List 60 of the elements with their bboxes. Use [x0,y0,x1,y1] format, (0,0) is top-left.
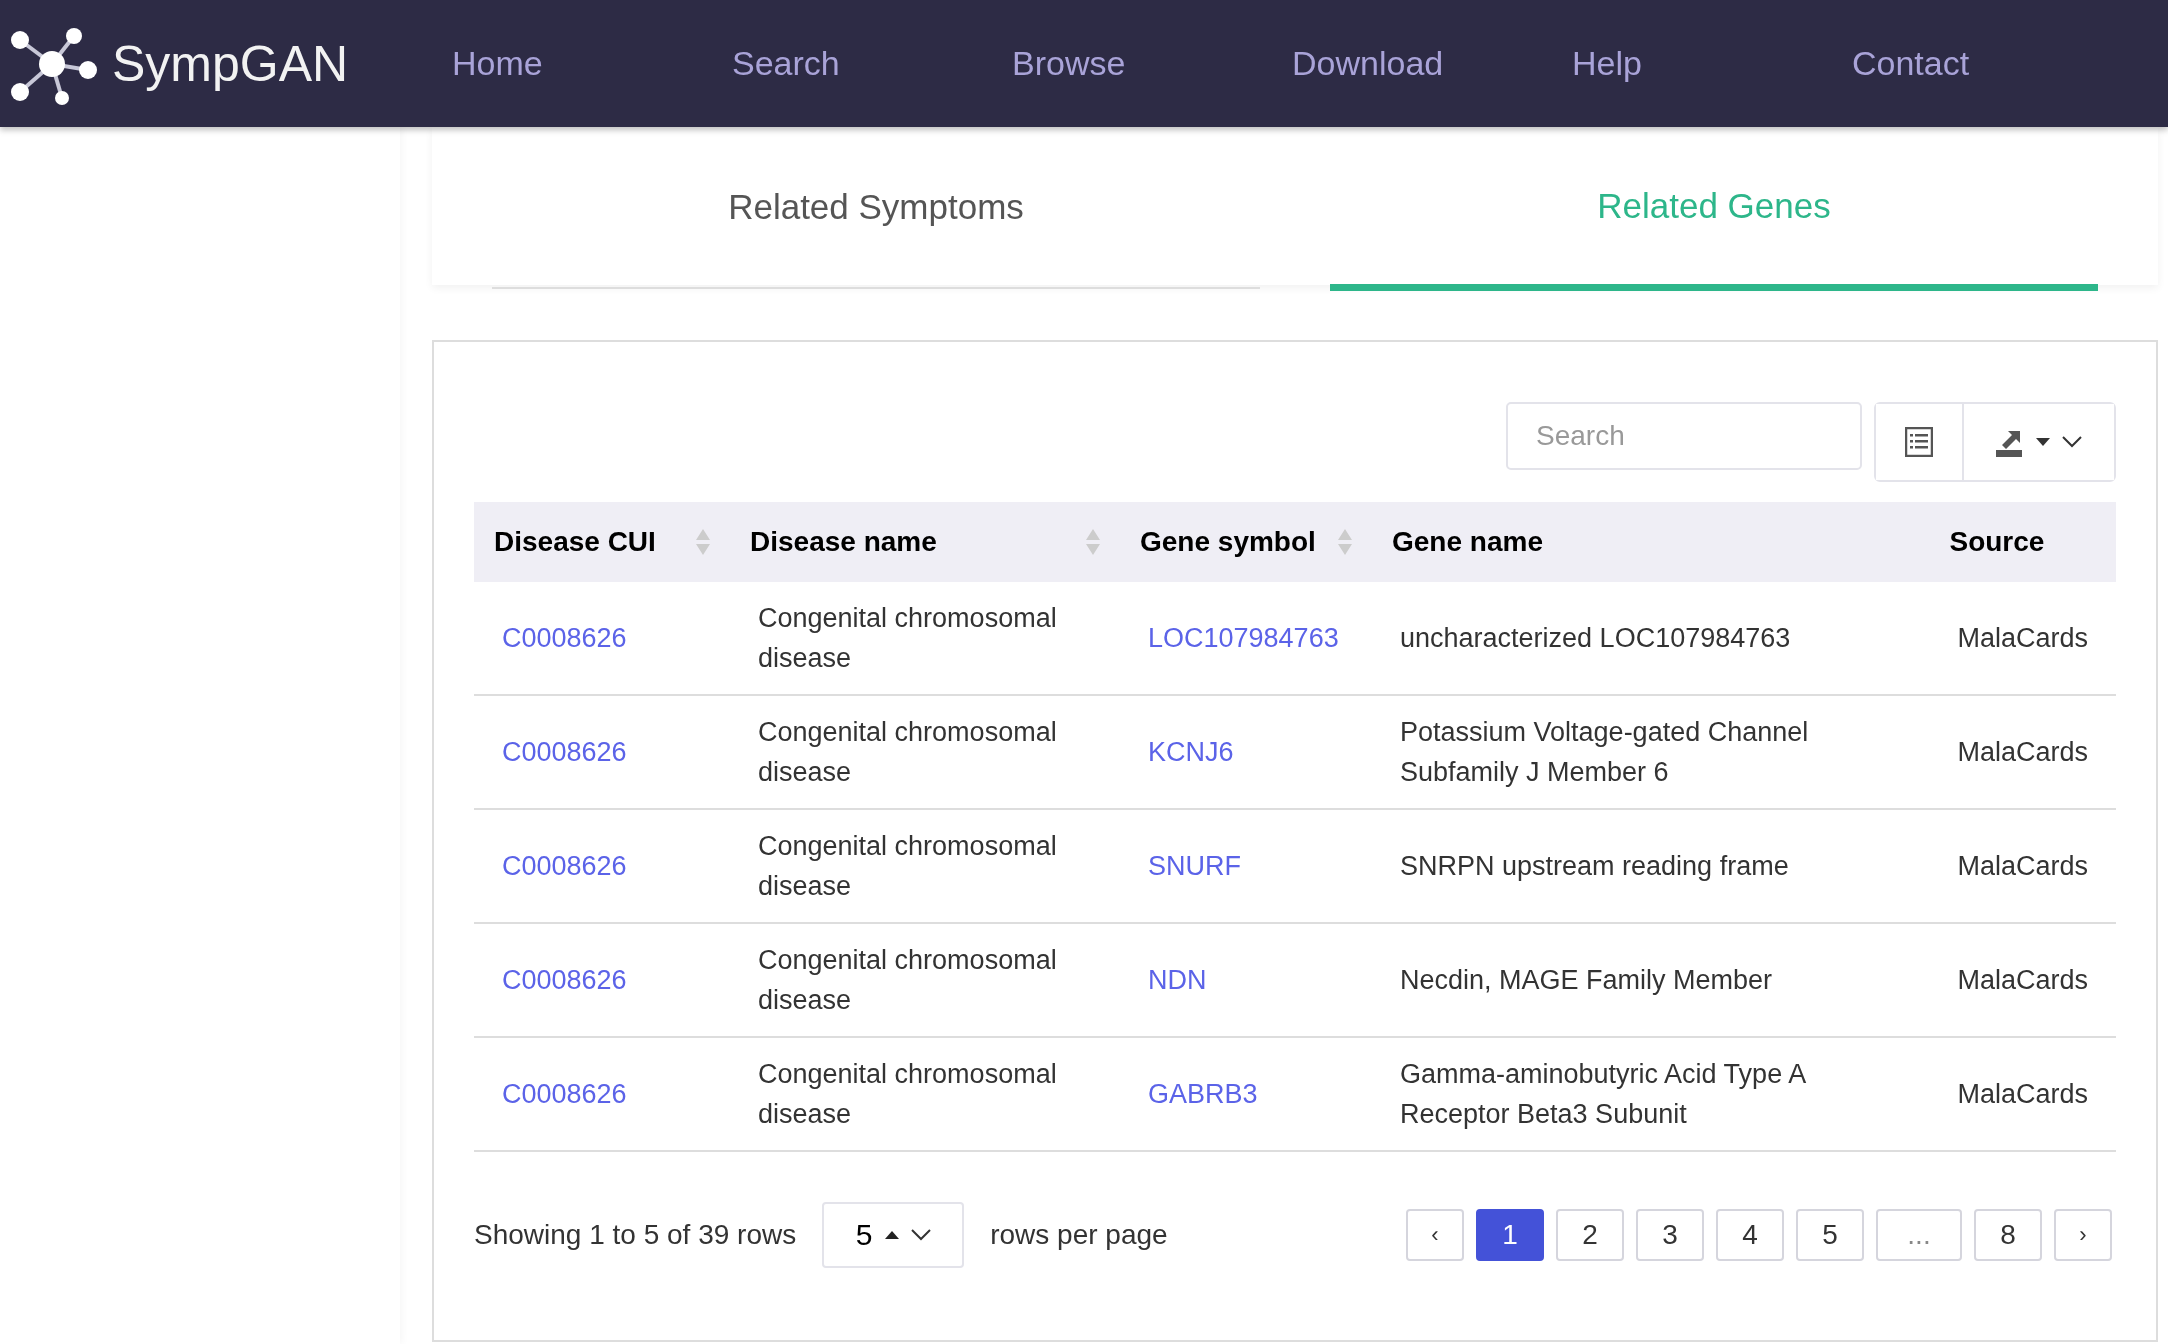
column-header-cell[interactable]: Gene symbol [1120,502,1372,582]
nav-link[interactable]: Search [732,44,1012,83]
caret-down-icon [2036,438,2050,446]
chevron-down-icon [910,1229,931,1241]
pagination-summary: Showing 1 to 5 of 39 rows [474,1219,797,1251]
page-size-dropdown[interactable]: 5 [822,1202,965,1268]
table-cell: MalaCards [1957,623,2088,653]
caret-up-icon [884,1231,899,1239]
gene-symbol-link[interactable]: GABRB3 [1148,1079,1258,1109]
nav-link[interactable]: Home [452,44,732,83]
chevron-down-icon [2062,436,2082,448]
page-button[interactable]: 4 [1716,1209,1784,1261]
disease-cui-link[interactable]: C0008626 [502,623,627,653]
column-header-cell[interactable]: Disease CUI [474,502,730,582]
gene-symbol-link[interactable]: KCNJ6 [1148,737,1234,767]
table-cell: Congenital chromosomal disease [758,1059,1057,1129]
table-cell: Congenital chromosomal disease [758,831,1057,901]
sort-icon[interactable] [696,529,710,555]
rows-per-page-label: rows per page [990,1219,1168,1251]
sort-icon[interactable] [1338,529,1352,555]
table-cell: Congenital chromosomal disease [758,603,1057,673]
page-button[interactable]: 5 [1796,1209,1864,1261]
gene-symbol-link[interactable]: SNURF [1148,851,1241,881]
table-cell: Congenital chromosomal disease [758,717,1057,787]
export-button[interactable] [1962,404,2114,480]
nav-link[interactable]: Help [1572,44,1852,83]
nav-link[interactable]: Browse [1012,44,1292,83]
tab[interactable]: Related Symptoms [492,127,1260,289]
gene-symbol-link[interactable]: NDN [1148,965,1207,995]
gene-symbol-link[interactable]: LOC107984763 [1148,623,1339,653]
page-button[interactable]: ‹ [1406,1209,1464,1261]
nav-link[interactable]: Contact [1852,44,2132,83]
page-button[interactable]: ... [1876,1209,1962,1261]
page-button[interactable]: 8 [1974,1209,2042,1261]
page-button[interactable]: 1 [1476,1209,1544,1261]
table-cell: SNRPN upstream reading frame [1400,851,1789,881]
table-cell: Gamma-aminobutyric Acid Type A Receptor Beta3 Subunit [1400,1059,1805,1129]
list-icon [1905,427,1933,457]
table-cell: MalaCards [1957,965,2088,995]
site-title: SympGAN [112,34,349,93]
table-cell: MalaCards [1957,737,2088,767]
page-button[interactable]: 2 [1556,1209,1624,1261]
page-button[interactable]: › [2054,1209,2112,1261]
disease-cui-link[interactable]: C0008626 [502,737,627,767]
table-cell: MalaCards [1957,1079,2088,1109]
page-button[interactable]: 3 [1636,1209,1704,1261]
disease-cui-link[interactable]: C0008626 [502,965,627,995]
table-cell: Congenital chromosomal disease [758,945,1057,1015]
column-header-cell[interactable]: Disease name [730,502,1120,582]
sort-icon[interactable] [1086,529,1100,555]
table-cell: MalaCards [1957,851,2088,881]
table-cell: Necdin, MAGE Family Member [1400,965,1773,995]
disease-cui-link[interactable]: C0008626 [502,1079,627,1109]
disease-cui-link[interactable]: C0008626 [502,851,627,881]
table-cell: uncharacterized LOC107984763 [1400,623,1791,653]
search-field[interactable]: Search [1506,402,1862,470]
column-header-cell[interactable]: Gene name [1372,502,1930,582]
table-cell: Potassium Voltage-gated Channel Subfamily J Member 6 [1400,717,1809,787]
nav-link[interactable]: Download [1292,44,1572,83]
column-header-cell[interactable]: Source [1929,502,2116,582]
